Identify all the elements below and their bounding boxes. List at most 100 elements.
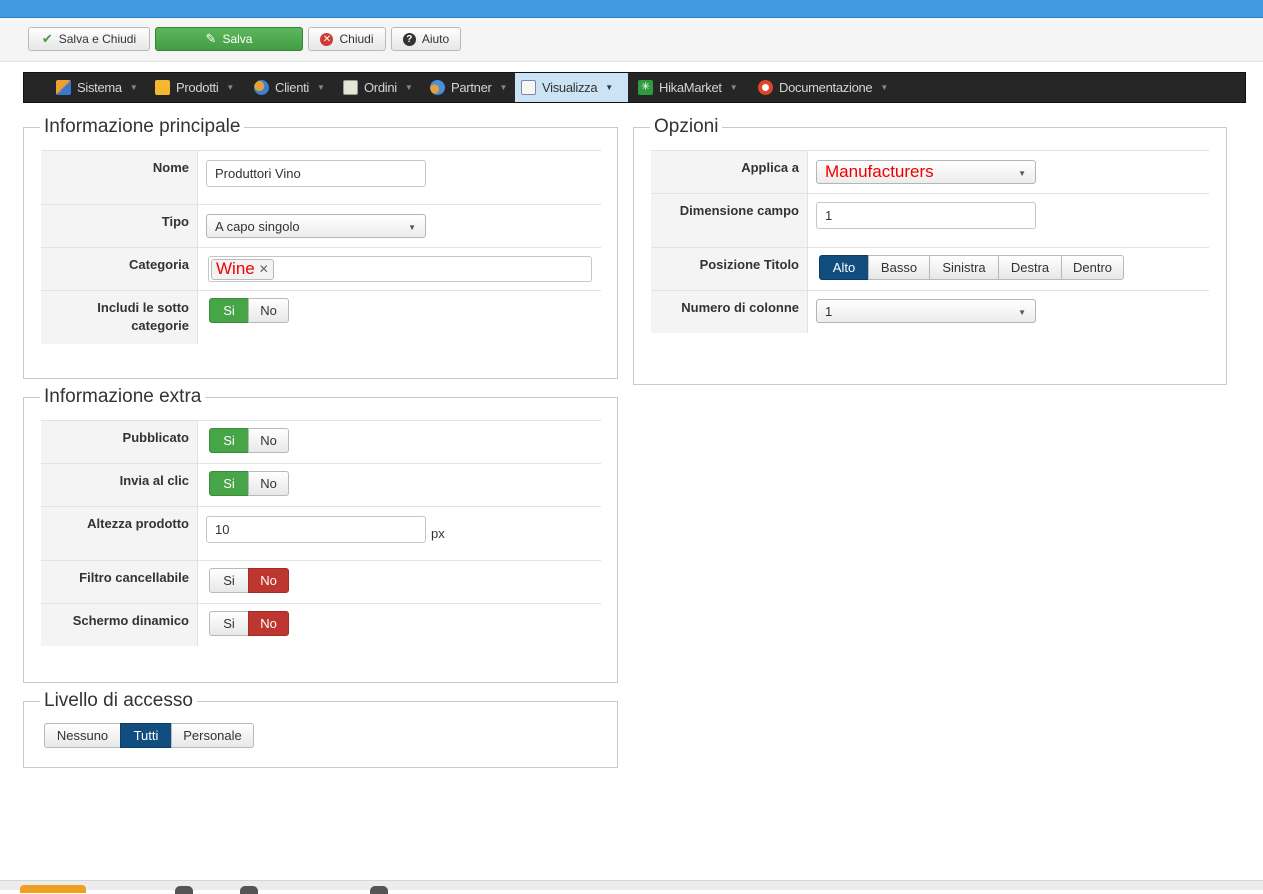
apply-to-row: Applica a Manufacturers ▼ [651,150,1209,193]
action-toolbar: ✔ Salva e Chiudi ✎ Salva ✕ Chiudi ? Aiut… [0,18,1263,62]
help-icon: ? [402,32,416,46]
caret-down-icon: ▼ [226,83,235,92]
save-button[interactable]: ✎ Salva [155,27,303,51]
menu-label: HikaMarket [659,80,722,95]
menu-label: Ordini [364,80,397,95]
menu-visualizza[interactable]: Visualizza ▼ [515,73,628,102]
save-label: Salva [222,32,253,46]
apply-to-select[interactable]: Manufacturers ▼ [816,160,1036,184]
caret-down-icon: ▼ [404,83,413,92]
published-no[interactable]: No [248,428,289,453]
product-height-label: Altezza prodotto [87,516,189,531]
bottom-indicator [240,886,258,894]
access-option-personale[interactable]: Personale [171,723,254,748]
field-size-input[interactable]: 1 [816,202,1036,229]
category-row: Categoria Wine ✕ [41,247,601,290]
dropdown-arrow-icon: ▼ [408,223,416,232]
save-close-label: Salva e Chiudi [58,32,137,46]
submit-click-yes[interactable]: Si [209,471,249,496]
subcategories-yes[interactable]: Si [209,298,249,323]
access-level-buttons: Nessuno Tutti Personale [44,723,254,748]
title-position-alto[interactable]: Alto [819,255,869,280]
product-height-input[interactable]: 10 [206,516,426,543]
menu-partner[interactable]: Partner ▼ [424,73,513,102]
window-top-bar [0,0,1263,18]
name-row: Nome Produttori Vino [41,150,601,204]
extra-info-fieldset: Informazione extra Pubblicato Si No Invi… [23,386,618,683]
close-button[interactable]: ✕ Chiudi [308,27,386,51]
extra-info-legend: Informazione extra [40,386,206,408]
type-select[interactable]: A capo singolo ▼ [206,214,426,238]
access-level-fieldset: Livello di accesso Nessuno Tutti Persona… [23,690,618,768]
name-label: Nome [152,160,189,175]
type-label: Tipo [161,214,189,229]
deletable-filter-yes[interactable]: Si [209,568,249,593]
name-input[interactable]: Produttori Vino [206,160,426,187]
published-row: Pubblicato Si No [41,420,601,463]
close-label: Chiudi [339,32,374,46]
submit-click-row: Invia al clic Si No [41,463,601,506]
menu-clienti[interactable]: Clienti ▼ [248,73,331,102]
menu-prodotti[interactable]: Prodotti ▼ [149,73,240,102]
main-info-legend: Informazione principale [40,116,245,138]
dynamic-display-label: Schermo dinamico [72,613,189,628]
check-icon: ✔ [41,31,53,46]
menu-sistema[interactable]: Sistema ▼ [50,73,144,102]
help-button[interactable]: ? Aiuto [391,27,461,51]
category-label: Categoria [129,257,189,272]
title-position-sinistra[interactable]: Sinistra [929,255,999,280]
help-label: Aiuto [421,32,450,46]
published-label: Pubblicato [122,430,189,445]
deletable-filter-label: Filtro cancellabile [79,570,189,585]
dropdown-arrow-icon: ▼ [1018,308,1026,317]
submit-click-no[interactable]: No [248,471,289,496]
submit-click-toggle: Si No [209,471,289,496]
close-icon: ✕ [320,32,334,46]
products-icon [155,80,170,95]
title-position-destra[interactable]: Destra [998,255,1062,280]
lifebuoy-icon [758,80,773,95]
category-tag-input[interactable]: Wine ✕ [208,256,592,282]
dynamic-display-no[interactable]: No [248,611,289,636]
access-option-tutti[interactable]: Tutti [120,723,172,748]
menu-label: Documentazione [779,80,873,95]
subcategories-label: Includi le sotto categorie [97,300,189,333]
save-close-button[interactable]: ✔ Salva e Chiudi [28,27,150,51]
type-row: Tipo A capo singolo ▼ [41,204,601,247]
remove-tag-icon[interactable]: ✕ [259,262,269,276]
deletable-filter-no[interactable]: No [248,568,289,593]
caret-down-icon: ▼ [499,83,508,92]
title-position-row: Posizione Titolo Alto Basso Sinistra Des… [651,247,1209,290]
deletable-filter-toggle: Si No [209,568,289,593]
subcategories-no[interactable]: No [248,298,289,323]
title-position-basso[interactable]: Basso [868,255,930,280]
access-option-nessuno[interactable]: Nessuno [44,723,121,748]
subcategories-toggle: Si No [209,298,289,323]
tools-icon [56,80,71,95]
dynamic-display-toggle: Si No [209,611,289,636]
columns-label: Numero di colonne [681,300,799,315]
title-position-dentro[interactable]: Dentro [1061,255,1124,280]
caret-down-icon: ▼ [129,83,138,92]
edit-icon: ✎ [205,31,217,46]
bottom-tab[interactable] [20,885,86,893]
category-tag: Wine ✕ [211,258,274,280]
dropdown-arrow-icon: ▼ [1018,169,1026,178]
menu-ordini[interactable]: Ordini ▼ [337,73,419,102]
menu-label: Sistema [77,80,122,95]
columns-value: 1 [825,303,833,319]
menu-hikamarket[interactable]: ✳ HikaMarket ▼ [632,73,743,102]
options-legend: Opzioni [650,116,723,138]
columns-select[interactable]: 1 ▼ [816,299,1036,323]
published-toggle: Si No [209,428,289,453]
submit-click-label: Invia al clic [119,473,189,488]
dynamic-display-yes[interactable]: Si [209,611,249,636]
published-yes[interactable]: Si [209,428,249,453]
main-menu-bar: Sistema ▼ Prodotti ▼ Clienti ▼ Ordini ▼ Part… [23,72,1246,103]
menu-label: Partner [451,80,492,95]
partner-icon [430,80,445,95]
customers-icon [254,80,269,95]
menu-documentazione[interactable]: Documentazione ▼ [752,73,894,102]
title-position-label: Posizione Titolo [699,257,799,272]
display-icon [521,80,536,95]
